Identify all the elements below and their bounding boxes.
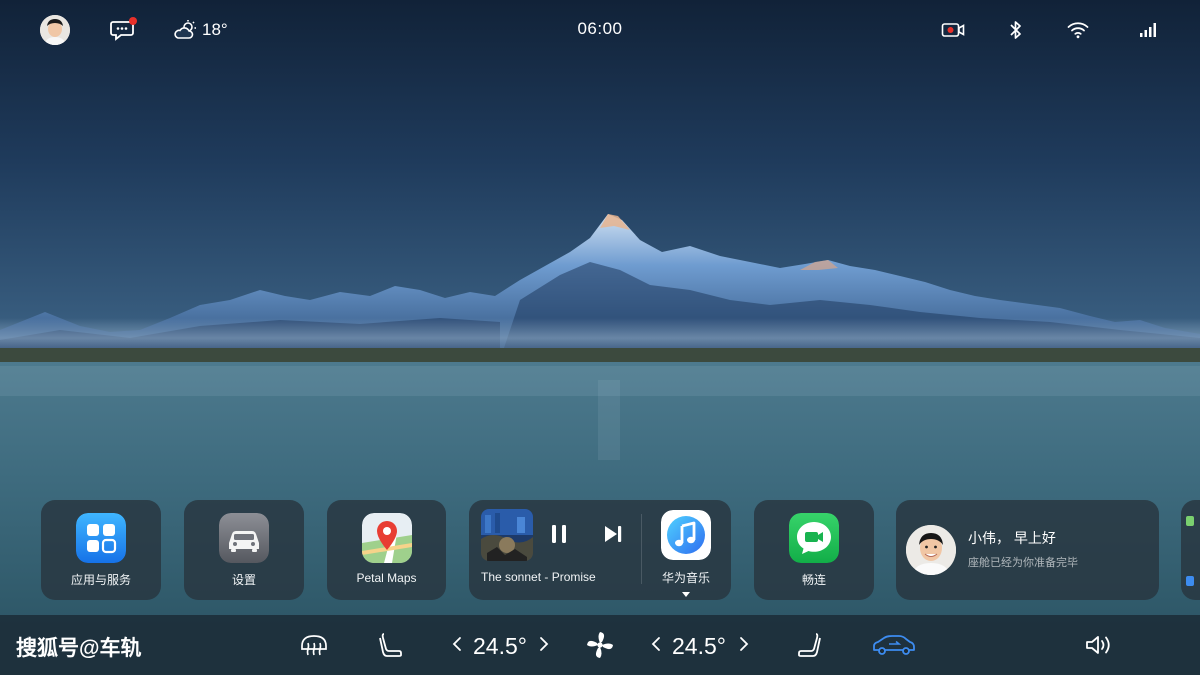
seat-icon	[798, 633, 821, 657]
pause-button[interactable]	[547, 522, 571, 546]
assistant-message: 座舱已经为你准备完毕	[968, 557, 1078, 569]
passenger-temp-increase[interactable]	[738, 635, 750, 653]
car-circulation-icon	[873, 635, 915, 655]
pause-icon	[552, 525, 566, 543]
next-track-icon	[605, 526, 622, 542]
signal-icon	[1138, 19, 1160, 41]
dashcam-icon[interactable]	[940, 19, 966, 41]
settings-label: 设置	[231, 573, 256, 587]
passenger-temp-decrease[interactable]	[650, 635, 662, 653]
apps-services-icon	[76, 513, 126, 563]
huawei-music-icon[interactable]	[661, 510, 711, 560]
driver-seat-heat-button[interactable]	[376, 629, 406, 661]
driver-temp-increase[interactable]	[538, 635, 550, 653]
petal-maps-card[interactable]: Petal Maps	[327, 500, 446, 600]
petal-maps-label: Petal Maps	[356, 571, 417, 585]
widget-icons	[1186, 516, 1194, 586]
huawei-music-label: 华为音乐	[661, 571, 710, 585]
apps-services-card[interactable]: 应用与服务	[41, 500, 161, 600]
chevron-down-icon[interactable]	[682, 585, 690, 597]
next-track-button[interactable]	[601, 523, 625, 545]
volume-button[interactable]	[1083, 629, 1115, 661]
rear-defrost-icon	[301, 635, 327, 656]
control-bar: 搜狐号@车轨 24.5° 24.5°	[0, 615, 1200, 675]
car-air-circulation-button[interactable]	[870, 629, 918, 661]
changlian-label: 畅连	[801, 573, 826, 587]
fan-button[interactable]	[584, 629, 616, 661]
assistant-card[interactable]: 小伟， 早上好 座舱已经为你准备完毕	[896, 500, 1159, 600]
next-page-card[interactable]	[1181, 500, 1200, 600]
settings-card[interactable]: 设置	[184, 500, 304, 600]
passenger-temperature: 24.5°	[672, 633, 726, 659]
bluetooth-icon[interactable]	[1006, 19, 1026, 41]
volume-icon	[1086, 636, 1110, 654]
wifi-icon[interactable]	[1066, 19, 1090, 41]
car-settings-icon	[219, 513, 269, 563]
track-title: The sonnet - Promise	[481, 570, 596, 584]
seat-icon	[379, 633, 402, 657]
driver-temp-decrease[interactable]	[451, 635, 463, 653]
assistant-greeting: 小伟， 早上好	[968, 530, 1056, 546]
apps-services-label: 应用与服务	[70, 573, 131, 587]
petal-maps-icon	[361, 513, 412, 563]
fan-icon	[587, 632, 613, 658]
changlian-card[interactable]: 畅连	[754, 500, 874, 600]
status-bar: 18° 06:00	[0, 0, 1200, 60]
watermark: 搜狐号@车轨	[16, 637, 142, 660]
rear-defrost-button[interactable]	[298, 629, 330, 661]
music-card[interactable]: The sonnet - Promise 华为音乐	[469, 500, 731, 600]
changlian-icon	[789, 513, 839, 563]
passenger-seat-heat-button[interactable]	[794, 629, 824, 661]
album-art[interactable]	[481, 509, 533, 561]
driver-temperature: 24.5°	[473, 633, 527, 659]
assistant-avatar	[906, 525, 956, 575]
